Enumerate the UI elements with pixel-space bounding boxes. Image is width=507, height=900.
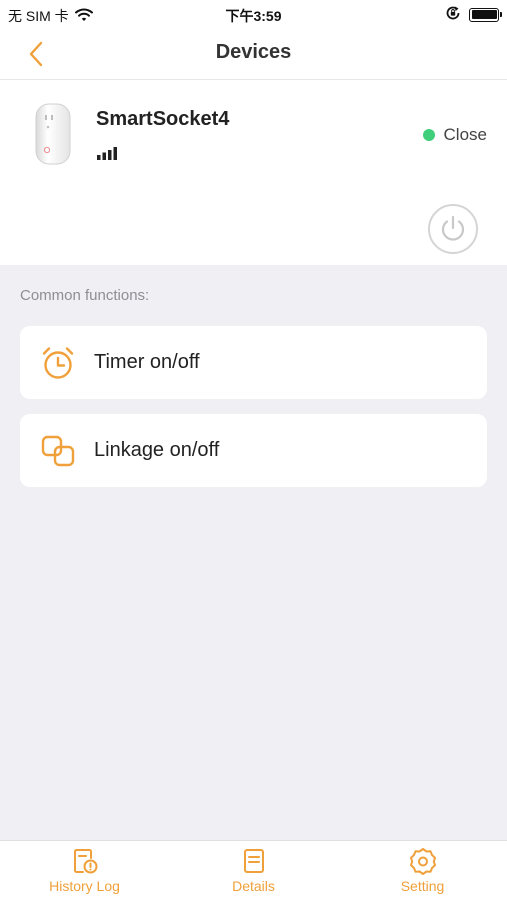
- status-text: Close: [443, 125, 487, 144]
- tab-details[interactable]: Details: [169, 841, 338, 900]
- timer-card[interactable]: Timer on/off: [20, 326, 487, 399]
- gear-icon: [409, 847, 437, 875]
- nav-bar: Devices: [0, 28, 507, 80]
- tab-history-log-label: History Log: [49, 878, 120, 894]
- tab-history-log[interactable]: History Log: [0, 841, 169, 900]
- page-title: Devices: [215, 41, 292, 63]
- history-log-icon: [71, 847, 99, 875]
- status-dot: [422, 129, 435, 141]
- device-name: SmartSocket4: [96, 108, 230, 130]
- linkage-card[interactable]: Linkage on/off: [20, 414, 487, 487]
- alarm-clock-icon: [40, 345, 76, 381]
- device-card: SmartSocket4 Close: [0, 80, 507, 265]
- tab-setting[interactable]: Setting: [338, 841, 507, 900]
- power-button[interactable]: [428, 204, 478, 254]
- battery-icon: [469, 7, 502, 22]
- status-time: 下午3:59: [225, 8, 282, 24]
- device-status: Close: [422, 125, 487, 145]
- linkage-icon: [40, 433, 76, 469]
- tab-details-label: Details: [232, 878, 275, 894]
- linkage-label: Linkage on/off: [94, 439, 220, 461]
- signal-strength-icon: [97, 146, 119, 165]
- smart-plug-image: [34, 102, 72, 166]
- orientation-lock-icon: [445, 5, 461, 24]
- details-icon: [240, 847, 268, 875]
- status-right: [445, 5, 502, 24]
- timer-label: Timer on/off: [94, 351, 200, 373]
- status-bar: 无 SIM 卡 下午3:59: [0, 0, 507, 28]
- tab-setting-label: Setting: [400, 878, 445, 894]
- tab-bar: History Log Details Setting: [0, 840, 507, 900]
- common-functions-label: Common functions:: [20, 287, 150, 304]
- power-icon: [441, 215, 465, 241]
